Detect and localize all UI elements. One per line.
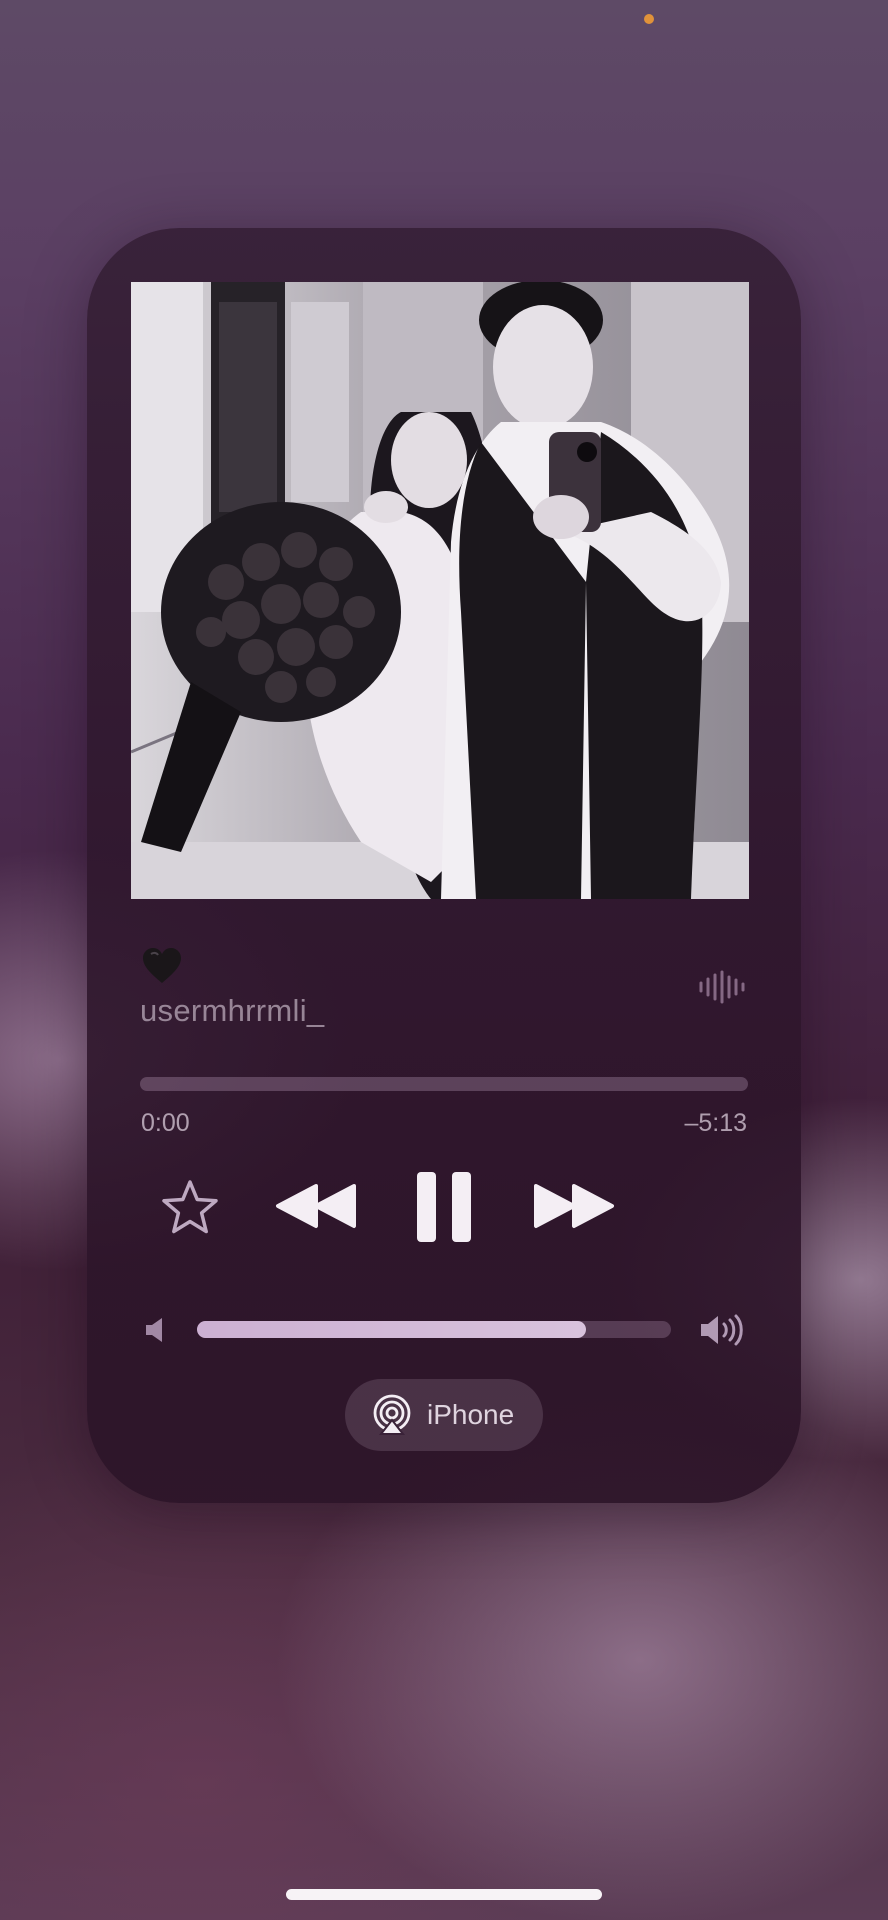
time-remaining: –5:13 bbox=[684, 1109, 747, 1137]
volume-slider[interactable] bbox=[197, 1321, 671, 1338]
lock-screen: usermhrrmli_ 0:00 –5:13 iPhone bbox=[0, 0, 888, 1920]
fast-forward-icon bbox=[534, 1184, 614, 1228]
previous-track-button[interactable] bbox=[274, 1182, 358, 1230]
volume-max-button bbox=[699, 1312, 745, 1348]
volume-min-button bbox=[144, 1316, 166, 1344]
album-artwork bbox=[131, 282, 749, 899]
privacy-indicator-dot bbox=[644, 14, 654, 24]
playback-scrubber[interactable] bbox=[140, 1077, 748, 1091]
speaker-low-icon bbox=[146, 1318, 162, 1342]
rewind-icon bbox=[276, 1184, 356, 1228]
volume-slider-fill bbox=[197, 1321, 586, 1338]
star-outline-icon bbox=[162, 1180, 218, 1234]
time-elapsed: 0:00 bbox=[141, 1109, 190, 1137]
favorite-button[interactable] bbox=[160, 1178, 220, 1236]
waveform-icon bbox=[697, 969, 749, 1005]
track-title-heart-icon bbox=[141, 946, 183, 986]
pause-button[interactable] bbox=[415, 1170, 473, 1244]
pause-icon bbox=[417, 1172, 471, 1242]
audio-output-button[interactable]: iPhone bbox=[345, 1379, 543, 1451]
home-indicator[interactable] bbox=[286, 1889, 602, 1900]
next-track-button[interactable] bbox=[532, 1182, 616, 1230]
speaker-high-icon bbox=[701, 1314, 743, 1346]
airplay-icon bbox=[373, 1394, 411, 1435]
artist-name: usermhrrmli_ bbox=[140, 993, 325, 1028]
audio-output-label: iPhone bbox=[427, 1399, 515, 1430]
